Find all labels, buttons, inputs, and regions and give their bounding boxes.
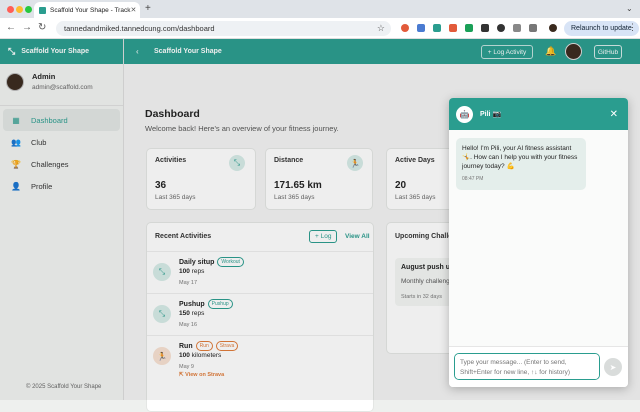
chat-input[interactable] bbox=[454, 353, 600, 380]
forward-icon[interactable]: → bbox=[22, 22, 32, 33]
translate-icon[interactable] bbox=[417, 24, 425, 32]
minimize-window-button[interactable] bbox=[16, 6, 23, 13]
close-window-button[interactable] bbox=[7, 6, 14, 13]
browser-menu-icon[interactable]: ⋮ bbox=[628, 22, 637, 33]
send-icon[interactable]: ➤ bbox=[604, 358, 622, 376]
close-icon[interactable]: ✕ bbox=[610, 109, 618, 120]
url-text: tannedandmiked.tannedcung.com/dashboard bbox=[64, 24, 215, 33]
extension-icon[interactable] bbox=[401, 24, 409, 32]
new-tab-button[interactable]: + bbox=[145, 3, 151, 14]
browser-tab[interactable]: Scaffold Your Shape - Track ✕ bbox=[34, 2, 140, 18]
address-bar-row: ← → ↻ tannedandmiked.tannedcung.com/dash… bbox=[0, 18, 640, 39]
back-icon[interactable]: ← bbox=[6, 22, 16, 33]
message-text: Hello! I'm Pili, your AI fitness assista… bbox=[462, 145, 578, 170]
puzzle-icon[interactable] bbox=[529, 24, 537, 32]
profile-avatar-icon[interactable] bbox=[549, 24, 557, 32]
message-time: 08:47 PM bbox=[462, 176, 484, 182]
chat-title: Pili 📷 bbox=[480, 111, 502, 118]
favicon-icon bbox=[39, 6, 46, 14]
robot-icon: 🤖 bbox=[456, 105, 473, 123]
tab-search-icon[interactable]: ⌄ bbox=[626, 4, 633, 13]
chat-footer: ➤ bbox=[449, 346, 628, 387]
close-tab-icon[interactable]: ✕ bbox=[130, 6, 136, 14]
maximize-window-button[interactable] bbox=[25, 6, 32, 13]
reload-icon[interactable]: ↻ bbox=[38, 22, 46, 33]
extension-icon[interactable] bbox=[481, 24, 489, 32]
tab-title: Scaffold Your Shape - Track bbox=[50, 6, 131, 14]
browser-tab-bar: Scaffold Your Shape - Track ✕ + ⌄ bbox=[0, 0, 640, 18]
extension-icon[interactable] bbox=[449, 24, 457, 32]
extension-icon[interactable] bbox=[497, 24, 505, 32]
extension-icon[interactable] bbox=[433, 24, 441, 32]
chat-panel: 🤖 Pili 📷 ✕ Hello! I'm Pili, your AI fitn… bbox=[449, 98, 628, 387]
chat-header: 🤖 Pili 📷 ✕ bbox=[449, 98, 628, 130]
assistant-message: Hello! I'm Pili, your AI fitness assista… bbox=[456, 138, 586, 190]
extension-icon[interactable] bbox=[513, 24, 521, 32]
url-field[interactable]: tannedandmiked.tannedcung.com/dashboard … bbox=[56, 21, 391, 36]
chat-messages: Hello! I'm Pili, your AI fitness assista… bbox=[449, 130, 628, 346]
bookmark-star-icon[interactable]: ☆ bbox=[377, 23, 385, 34]
extension-icon[interactable] bbox=[465, 24, 473, 32]
